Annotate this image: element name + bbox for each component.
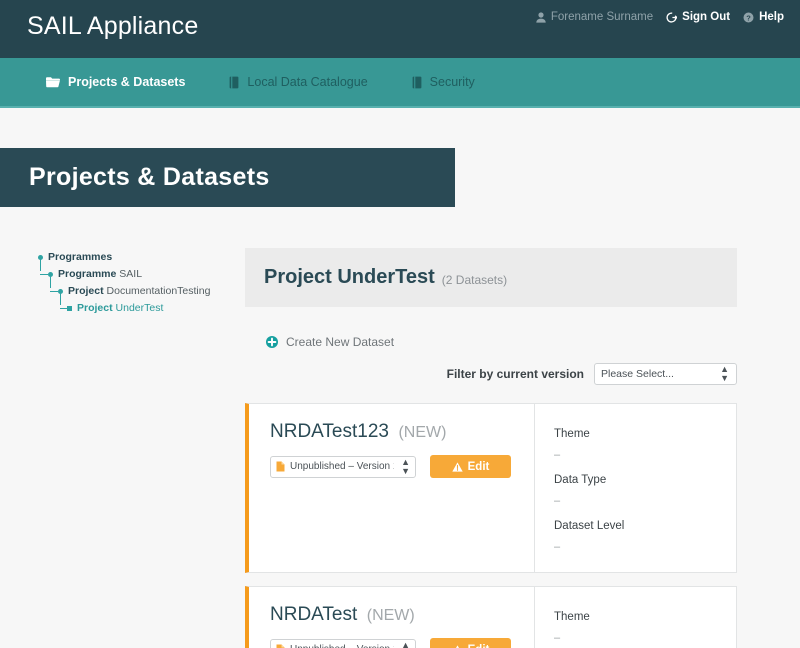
metadata-field-data-type: Data Type – <box>554 474 736 507</box>
tree-item-project-documentationtesting[interactable]: Project DocumentationTesting <box>38 284 245 298</box>
metadata-field-theme: Theme – <box>554 428 736 461</box>
metadata-label: Dataset Level <box>554 520 736 532</box>
chevron-updown-icon: ▲▼ <box>401 458 410 476</box>
file-icon <box>276 644 285 648</box>
create-new-dataset-label: Create New Dataset <box>286 335 394 349</box>
main-nav: Projects & Datasets Local Data Catalogue… <box>0 58 800 108</box>
folder-icon <box>46 76 60 88</box>
user-icon <box>536 12 546 23</box>
dataset-version-select[interactable]: Unpublished – Version 1 (Dr ▲▼ <box>270 456 416 478</box>
project-header: Project UnderTest (2 Datasets) <box>245 248 737 307</box>
chevron-updown-icon: ▲▼ <box>401 641 410 648</box>
metadata-field-dataset-level: Dataset Level – <box>554 520 736 553</box>
chevron-updown-icon: ▲▼ <box>720 365 729 383</box>
dataset-status-badge: (NEW) <box>398 424 446 441</box>
dataset-controls: Unpublished – Version 1 (Dr ▲▼ Edit <box>270 638 534 648</box>
project-dataset-count: (2 Datasets) <box>442 273 507 287</box>
metadata-label: Theme <box>554 428 736 440</box>
metadata-value: – <box>554 449 736 461</box>
nav-label-security: Security <box>430 75 475 89</box>
database-icon <box>412 76 422 89</box>
metadata-label: Theme <box>554 611 736 623</box>
file-icon <box>276 461 285 472</box>
dataset-metadata: Theme – Data Type – Dataset Level – <box>534 404 736 572</box>
nav-item-local-data-catalogue[interactable]: Local Data Catalogue <box>229 75 367 89</box>
metadata-label: Data Type <box>554 474 736 486</box>
tree-connector <box>50 291 58 292</box>
dataset-version-value: Unpublished – Version 1 (Dr <box>290 644 394 648</box>
dataset-metadata: Theme – Data Type – Dataset Level – <box>534 587 736 648</box>
tree-label-value: UnderTest <box>116 302 164 314</box>
dataset-title-row: NRDATest (NEW) <box>270 604 534 626</box>
warning-triangle-icon <box>452 462 463 472</box>
svg-text:?: ? <box>746 13 751 22</box>
sign-out-icon <box>666 12 677 23</box>
metadata-field-theme: Theme – <box>554 611 736 644</box>
nav-item-projects-datasets[interactable]: Projects & Datasets <box>46 75 185 89</box>
plus-circle-icon <box>266 336 278 348</box>
page-title-banner: Projects & Datasets <box>0 148 455 207</box>
dataset-controls: Unpublished – Version 1 (Dr ▲▼ Edit <box>270 455 534 478</box>
dataset-card[interactable]: NRDATest123 (NEW) Unpublished – Version … <box>245 403 737 573</box>
edit-dataset-button[interactable]: Edit <box>430 455 511 478</box>
create-new-dataset-button[interactable]: Create New Dataset <box>266 335 394 349</box>
help-label: Help <box>759 11 784 23</box>
tree-bullet-icon <box>67 306 72 311</box>
filter-row: Filter by current version Please Select.… <box>245 363 737 385</box>
tree-label-value: SAIL <box>119 268 142 280</box>
dataset-name: NRDATest123 <box>270 421 389 442</box>
dataset-version-select[interactable]: Unpublished – Version 1 (Dr ▲▼ <box>270 639 416 648</box>
tree-label-key: Project <box>68 285 104 297</box>
breadcrumb-tree: Programmes Programme SAIL Project Docume… <box>0 248 245 648</box>
nav-label-projects-datasets: Projects & Datasets <box>68 75 185 89</box>
tree-connector <box>40 274 48 275</box>
tree-item-programme-sail[interactable]: Programme SAIL <box>38 267 245 281</box>
page-content: Programmes Programme SAIL Project Docume… <box>0 207 800 648</box>
dataset-card-main: NRDATest123 (NEW) Unpublished – Version … <box>249 404 534 572</box>
help-icon: ? <box>743 12 754 23</box>
tree-label-value: DocumentationTesting <box>107 285 211 297</box>
warning-triangle-icon <box>452 645 463 648</box>
dataset-card[interactable]: NRDATest (NEW) Unpublished – Version 1 (… <box>245 586 737 648</box>
edit-dataset-label: Edit <box>468 461 490 473</box>
filter-version-select[interactable]: Please Select... ▲▼ <box>594 363 737 385</box>
edit-dataset-button[interactable]: Edit <box>430 638 511 648</box>
edit-dataset-label: Edit <box>468 644 490 648</box>
tree-label-key: Programme <box>58 268 116 280</box>
database-icon <box>229 76 239 89</box>
project-panel: Project UnderTest (2 Datasets) Create Ne… <box>245 248 737 648</box>
metadata-value: – <box>554 541 736 553</box>
project-name: Project UnderTest <box>264 266 435 289</box>
tree-label-key: Programmes <box>48 251 112 263</box>
metadata-value: – <box>554 632 736 644</box>
sign-out-button[interactable]: Sign Out <box>666 11 730 23</box>
nav-label-local-data-catalogue: Local Data Catalogue <box>247 75 367 89</box>
header-actions: Forename Surname Sign Out ? Help <box>536 11 784 23</box>
nav-item-security[interactable]: Security <box>412 75 475 89</box>
dataset-card-main: NRDATest (NEW) Unpublished – Version 1 (… <box>249 587 534 648</box>
filter-label: Filter by current version <box>447 367 584 381</box>
sign-out-label: Sign Out <box>682 11 730 23</box>
filter-version-value: Please Select... <box>601 368 674 380</box>
tree-item-project-undertest[interactable]: Project UnderTest <box>38 301 245 315</box>
dataset-name: NRDATest <box>270 604 357 625</box>
dataset-version-value: Unpublished – Version 1 (Dr <box>290 461 394 472</box>
page-title: Projects & Datasets <box>29 163 270 192</box>
dataset-title-row: NRDATest123 (NEW) <box>270 421 534 443</box>
tree-label-key: Project <box>77 302 113 314</box>
dataset-status-badge: (NEW) <box>367 607 415 624</box>
current-user: Forename Surname <box>536 11 653 23</box>
tree-item-programmes[interactable]: Programmes <box>38 250 245 264</box>
app-brand: SAIL Appliance <box>27 12 198 41</box>
help-button[interactable]: ? Help <box>743 11 784 23</box>
user-name: Forename Surname <box>551 11 653 23</box>
app-header: SAIL Appliance Forename Surname Sign Out… <box>0 0 800 58</box>
metadata-value: – <box>554 495 736 507</box>
